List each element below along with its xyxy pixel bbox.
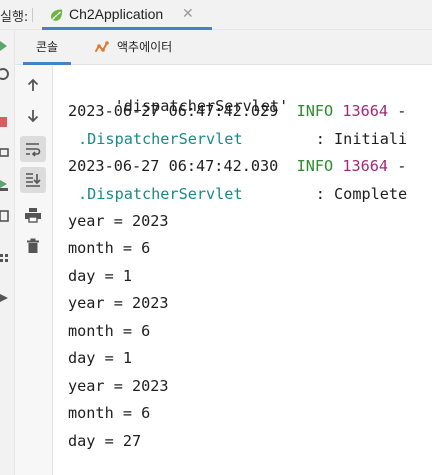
arrow-down-icon <box>27 110 39 123</box>
log-class-name[interactable]: .DispatcherServlet <box>78 130 243 148</box>
output-line: month = 6 <box>68 239 151 257</box>
output-line: year = 2023 <box>68 212 169 230</box>
log-line: 'dispatcherServlet' <box>78 73 289 115</box>
spring-boot-icon <box>51 9 63 21</box>
log-class-name[interactable]: .DispatcherServlet <box>78 185 243 203</box>
run-toolbar <box>0 30 15 475</box>
run-window-title: 실행: <box>0 10 29 25</box>
layout-icon[interactable] <box>0 210 10 222</box>
output-line: month = 6 <box>68 322 151 340</box>
log-timestamp: 2023-06-27 06:47:42.029 <box>68 102 279 120</box>
output-line: day = 27 <box>68 432 142 450</box>
scroll-up-button[interactable] <box>20 72 46 98</box>
tab-actuator-label: 액추에이터 <box>117 40 173 54</box>
output-line: day = 1 <box>68 349 133 367</box>
rerun-icon[interactable] <box>0 40 10 52</box>
trash-icon <box>27 238 39 253</box>
run-config-tab[interactable]: Ch2Application ✕ <box>42 0 212 30</box>
log-separator: - <box>388 157 407 175</box>
log-timestamp: 2023-06-27 06:47:42.030 <box>68 157 279 175</box>
run-config-label: Ch2Application <box>69 6 164 22</box>
output-line: year = 2023 <box>68 294 169 312</box>
log-pid: 13664 <box>342 102 389 120</box>
log-message: : Initiali <box>315 130 408 148</box>
log-level: INFO <box>296 157 334 175</box>
arrow-up-icon <box>27 78 39 91</box>
log-pid: 13664 <box>342 157 389 175</box>
log-line: .DispatcherServlet : Complete <box>78 183 407 205</box>
soft-wrap-icon <box>26 143 41 157</box>
print-icon <box>25 208 41 223</box>
log-line: .DispatcherServlet : Initiali <box>78 128 407 150</box>
console-tab-bar: 콘솔 액추에이터 <box>15 30 432 65</box>
tab-actuator[interactable]: 액추에이터 <box>93 30 191 65</box>
console-side-toolbar <box>15 66 53 475</box>
close-tab-icon[interactable]: ✕ <box>182 5 194 22</box>
pin-icon[interactable] <box>0 292 10 304</box>
tab-console-label: 콘솔 <box>35 40 59 54</box>
tab-console[interactable]: 콘솔 <box>23 30 71 65</box>
grid-icon[interactable] <box>0 252 10 264</box>
log-message: : Complete <box>315 185 408 203</box>
actuator-icon <box>95 41 109 52</box>
title-divider <box>32 8 33 22</box>
output-line: month = 6 <box>68 404 151 422</box>
log-line: 2023-06-27 06:47:42.029 INFO 13664 - <box>68 100 406 122</box>
output-line: day = 1 <box>68 267 133 285</box>
run-tool-window-header: 실행: Ch2Application ✕ <box>0 0 432 30</box>
rerun-failed-icon[interactable] <box>0 179 10 191</box>
log-line: 2023-06-27 06:47:42.030 INFO 13664 - <box>68 155 406 177</box>
console-output[interactable]: 'dispatcherServlet' 2023-06-27 06:47:42.… <box>53 66 432 475</box>
scroll-down-button[interactable] <box>20 103 46 129</box>
print-button[interactable] <box>20 202 46 228</box>
scroll-to-end-icon <box>26 173 41 187</box>
restart-icon[interactable] <box>0 68 10 80</box>
scroll-to-end-button[interactable] <box>20 167 46 193</box>
camera-icon[interactable] <box>0 146 10 158</box>
log-level: INFO <box>296 102 334 120</box>
clear-all-button[interactable] <box>20 233 46 259</box>
output-line: year = 2023 <box>68 377 169 395</box>
log-separator: - <box>388 102 407 120</box>
stop-icon[interactable] <box>0 116 10 128</box>
soft-wrap-button[interactable] <box>20 136 46 162</box>
